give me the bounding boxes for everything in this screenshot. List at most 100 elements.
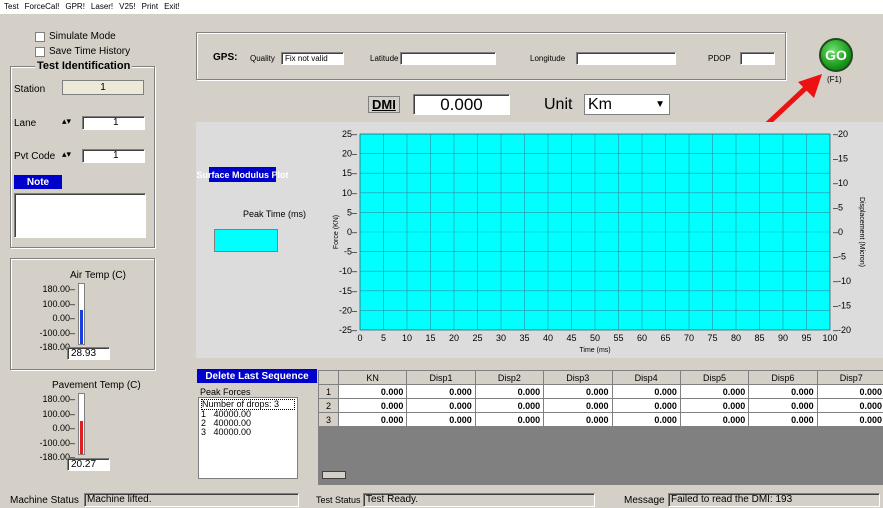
- checkbox-box[interactable]: [35, 31, 45, 42]
- menu-item[interactable]: V25!: [119, 2, 135, 12]
- delete-last-sequence-button[interactable]: Delete Last Sequence: [197, 369, 317, 383]
- table-cell[interactable]: 0.000: [816, 384, 883, 399]
- table-cell[interactable]: 0.000: [543, 412, 613, 427]
- pavement-temp-value: 20.27: [67, 458, 110, 471]
- row-header[interactable]: 1: [318, 384, 339, 399]
- table-cell[interactable]: 0.000: [611, 398, 681, 413]
- menu-bar: Test ForceCal! GPR! Laser! V25! Print Exit!: [0, 0, 883, 14]
- horizontal-scrollbar[interactable]: [322, 471, 346, 479]
- menu-item[interactable]: GPR!: [65, 2, 85, 12]
- x-tick-label: 20: [449, 333, 459, 343]
- x-tick-label: 60: [637, 333, 647, 343]
- air-temp-scale: 180.00– 100.00– 0.00– -100.00– -180.00–: [15, 282, 75, 355]
- note-button[interactable]: Note: [14, 175, 62, 189]
- column-header[interactable]: KN: [337, 370, 408, 385]
- scale-tick: -180.00–: [39, 342, 75, 352]
- air-temp-value: 28.93: [67, 347, 110, 360]
- scale-tick: -180.00–: [39, 452, 75, 462]
- table-cell[interactable]: 0.000: [543, 384, 613, 399]
- x-tick-label: 0: [357, 333, 362, 343]
- table-cell[interactable]: 0.000: [406, 412, 476, 427]
- dmi-value: 0.000: [413, 94, 510, 115]
- row-header[interactable]: 2: [318, 398, 339, 413]
- column-header[interactable]: Disp4: [611, 370, 681, 385]
- air-temp-bar: [80, 309, 83, 344]
- y2-tick-label: –15: [833, 154, 848, 164]
- test-status-label: Test Status: [316, 495, 361, 505]
- table-cell[interactable]: 0.000: [406, 398, 476, 413]
- unit-select[interactable]: Km ▼: [584, 94, 670, 115]
- column-header[interactable]: Disp2: [474, 370, 545, 385]
- table-row: 2 0.000 0.000 0.000 0.000 0.000 0.000 0.000 0.00…: [318, 398, 883, 413]
- save-history-checkbox[interactable]: Save Time History: [35, 46, 130, 57]
- go-button[interactable]: GO: [819, 38, 853, 72]
- pvt-code-label: Pvt Code: [14, 151, 56, 162]
- table-cell[interactable]: 0.000: [748, 398, 818, 413]
- table-cell[interactable]: 0.000: [816, 412, 883, 427]
- y-tick-label: 15–: [342, 168, 357, 178]
- menu-item[interactable]: Test: [4, 2, 19, 12]
- lane-spinner-icon[interactable]: ▴▾: [62, 116, 71, 127]
- pvt-code-field[interactable]: 1: [82, 149, 145, 163]
- surface-modulus-plot-button[interactable]: Surface Modulus Plot: [197, 167, 289, 182]
- y-tick-label: -5–: [344, 247, 357, 257]
- table-cell[interactable]: 0.000: [611, 384, 681, 399]
- menu-item[interactable]: Laser!: [91, 2, 113, 12]
- table-cell[interactable]: 0.000: [337, 384, 408, 399]
- table-cell[interactable]: 0.000: [679, 398, 750, 413]
- table-row: 3 0.000 0.000 0.000 0.000 0.000 0.000 0.000 0.00…: [318, 412, 883, 427]
- chevron-down-icon[interactable]: ▼: [655, 95, 665, 114]
- y-tick-label: 25–: [342, 129, 357, 139]
- x-tick-label: 70: [684, 333, 694, 343]
- table-cell[interactable]: 0.000: [406, 384, 476, 399]
- longitude-label: Longitude: [530, 54, 566, 63]
- menu-item[interactable]: Print: [142, 2, 158, 12]
- menu-item[interactable]: ForceCal!: [25, 2, 60, 12]
- column-header[interactable]: Disp6: [748, 370, 818, 385]
- column-header[interactable]: Disp1: [406, 370, 476, 385]
- x-tick-label: 35: [519, 333, 529, 343]
- x-tick-label: 65: [660, 333, 670, 343]
- dmi-label: DMI: [368, 96, 400, 113]
- table-cell[interactable]: 0.000: [611, 412, 681, 427]
- table-cell[interactable]: 0.000: [748, 412, 818, 427]
- y-tick-label: -15–: [339, 286, 357, 296]
- table-cell[interactable]: 0.000: [474, 398, 545, 413]
- machine-status-value: Machine lifted.: [84, 493, 299, 507]
- x-tick-label: 30: [496, 333, 506, 343]
- pavement-temp-title: Pavement Temp (C): [52, 380, 141, 391]
- results-grid: KN Disp1 Disp2 Disp3 Disp4 Disp5 Disp6 Disp7 1 0.…: [318, 370, 883, 485]
- row-header[interactable]: 3: [318, 412, 339, 427]
- simulate-mode-checkbox[interactable]: Simulate Mode: [35, 31, 116, 42]
- table-cell[interactable]: 0.000: [474, 384, 545, 399]
- column-header[interactable]: Disp7: [816, 370, 883, 385]
- results-table: KN Disp1 Disp2 Disp3 Disp4 Disp5 Disp6 Disp7 1 0.…: [318, 370, 883, 427]
- y-tick-label: 5–: [347, 207, 357, 217]
- column-header[interactable]: Disp5: [679, 370, 750, 385]
- checkbox-box[interactable]: [35, 46, 45, 57]
- lane-field[interactable]: 1: [82, 116, 145, 130]
- force-displacement-chart: 0 5 10 15 20 25 30 35 40 45 50 55 60 65 70 75 80 85 90 95 10…: [333, 129, 865, 354]
- y-tick-label: -10–: [339, 266, 357, 276]
- table-cell[interactable]: 0.000: [748, 384, 818, 399]
- y-tick-label: -20–: [339, 305, 357, 315]
- note-textarea[interactable]: [14, 193, 146, 238]
- scale-tick: 100.00–: [42, 298, 75, 309]
- scale-tick: 0.00–: [52, 423, 75, 433]
- station-field[interactable]: 1: [62, 80, 144, 95]
- table-cell[interactable]: 0.000: [679, 412, 750, 427]
- table-cell[interactable]: 0.000: [679, 384, 750, 399]
- x-tick-label: 85: [754, 333, 764, 343]
- peak-time-label: Peak Time (ms): [243, 209, 307, 219]
- scale-tick: -100.00–: [39, 437, 75, 448]
- table-cell[interactable]: 0.000: [816, 398, 883, 413]
- menu-item[interactable]: Exit!: [164, 2, 180, 12]
- pvt-code-spinner-icon[interactable]: ▴▾: [62, 149, 71, 160]
- table-cell[interactable]: 0.000: [543, 398, 613, 413]
- table-cell[interactable]: 0.000: [337, 398, 408, 413]
- longitude-field: [576, 52, 676, 65]
- message-value: Failed to read the DMI: 193: [668, 493, 880, 507]
- table-cell[interactable]: 0.000: [474, 412, 545, 427]
- column-header[interactable]: Disp3: [543, 370, 613, 385]
- table-cell[interactable]: 0.000: [337, 412, 408, 427]
